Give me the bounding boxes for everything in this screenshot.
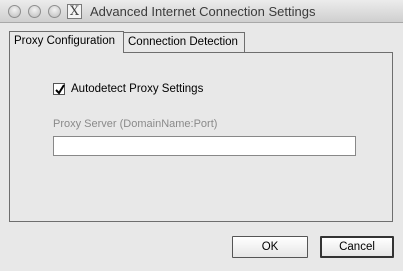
tab-proxy-configuration[interactable]: Proxy Configuration: [9, 31, 124, 53]
tab-connection-detection[interactable]: Connection Detection: [124, 32, 245, 52]
minimize-window-button[interactable]: [28, 5, 41, 18]
proxy-server-label: Proxy Server (DomainName:Port): [53, 118, 218, 130]
ok-button[interactable]: OK: [232, 236, 308, 258]
checkmark-icon: [55, 84, 65, 95]
zoom-window-button[interactable]: [48, 5, 61, 18]
title-bar: X Advanced Internet Connection Settings: [0, 0, 403, 23]
autodetect-label[interactable]: Autodetect Proxy Settings: [71, 81, 203, 97]
close-window-button[interactable]: [8, 5, 21, 18]
window-title: Advanced Internet Connection Settings: [90, 4, 316, 19]
proxy-server-input[interactable]: [53, 136, 356, 156]
autodetect-checkbox[interactable]: [53, 83, 65, 95]
x-window-icon: X: [67, 4, 82, 19]
cancel-button[interactable]: Cancel: [320, 236, 394, 258]
